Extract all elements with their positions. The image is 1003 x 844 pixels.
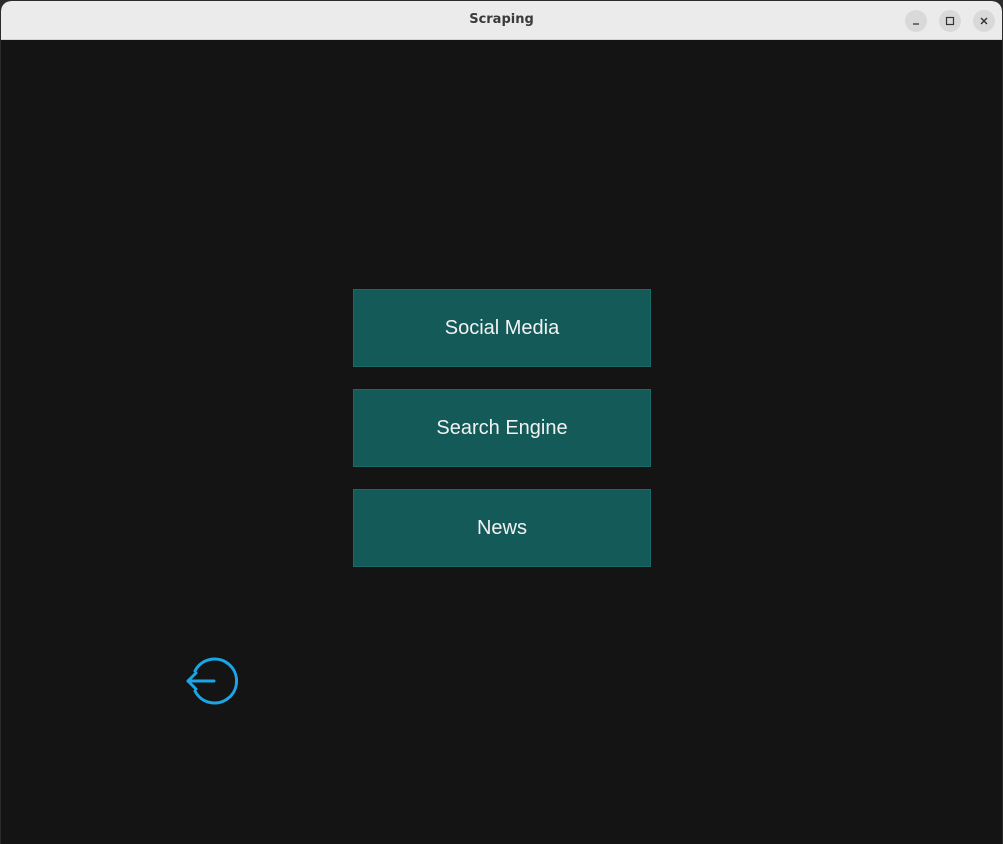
window-title: Scraping	[469, 12, 534, 27]
maximize-icon	[945, 16, 955, 26]
search-engine-button[interactable]: Search Engine	[353, 389, 651, 467]
maximize-button[interactable]	[939, 10, 961, 32]
close-button[interactable]	[973, 10, 995, 32]
news-button[interactable]: News	[353, 489, 651, 567]
minimize-button[interactable]	[905, 10, 927, 32]
app-window: Scraping Social Media Search Engine News	[1, 1, 1002, 844]
minimize-icon	[913, 23, 919, 25]
back-arrow-circle-icon	[186, 657, 239, 705]
close-icon	[980, 17, 988, 25]
social-media-button[interactable]: Social Media	[353, 289, 651, 367]
main-content: Social Media Search Engine News	[1, 40, 1002, 844]
back-button[interactable]	[184, 654, 239, 708]
title-bar[interactable]: Scraping	[1, 1, 1002, 40]
